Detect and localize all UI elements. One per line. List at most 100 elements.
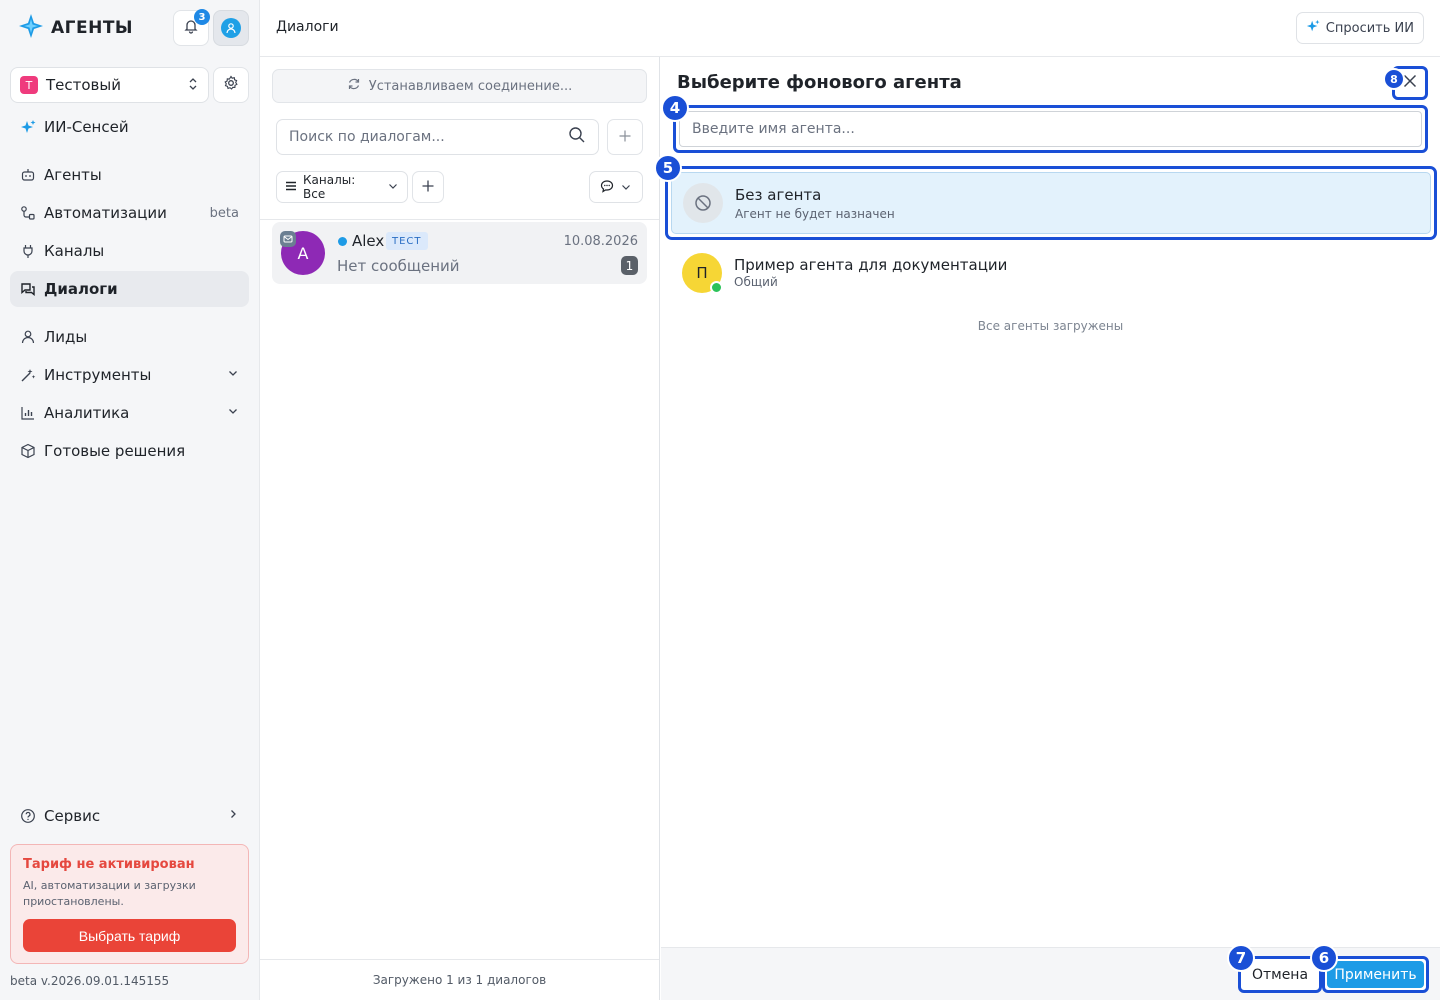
chevron-updown-icon — [187, 76, 199, 95]
sidebar-item-label: Аналитика — [44, 404, 130, 422]
page-title: Диалоги — [276, 19, 339, 35]
sidebar-item-dialogs[interactable]: Диалоги — [10, 271, 249, 307]
dialog-search-input[interactable] — [289, 129, 568, 145]
robot-icon — [20, 167, 36, 183]
ask-ai-label: Спросить ИИ — [1325, 20, 1414, 36]
user-icon — [20, 329, 36, 345]
unread-count-badge: 1 — [621, 256, 638, 275]
new-dialog-button[interactable] — [607, 119, 643, 155]
channels-filter-dropdown[interactable]: Каналы: Все — [276, 171, 408, 203]
step-marker-7: 7 — [1227, 944, 1255, 972]
sidebar: АГЕНТЫ 3 Т Тестовый ИИ-Сенсей Агенты Авт… — [0, 0, 260, 1000]
sidebar-item-analytics[interactable]: Аналитика — [10, 395, 249, 431]
step-marker-8: 8 — [1383, 68, 1405, 90]
workspace-selector[interactable]: Т Тестовый — [10, 67, 209, 103]
dialog-search-box — [276, 119, 599, 155]
tariff-description: AI, автоматизации и загрузки приостановл… — [23, 879, 196, 908]
panel-title: Выберите фонового агента — [677, 72, 962, 93]
step-marker-5: 5 — [654, 154, 682, 182]
sidebar-item-label: ИИ-Сенсей — [44, 118, 129, 136]
sparkle-icon — [1306, 19, 1320, 37]
top-header: Диалоги Спросить ИИ — [260, 0, 1440, 57]
sidebar-item-agents[interactable]: Агенты — [10, 157, 249, 193]
dialog-date: 10.08.2026 — [563, 234, 638, 249]
workspace-settings-button[interactable] — [213, 67, 249, 103]
step-marker-6: 6 — [1310, 944, 1338, 972]
help-icon — [20, 808, 36, 824]
agent-option[interactable]: П Пример агента для документации Общий — [668, 248, 1435, 310]
tariff-title: Тариф не активирован — [23, 857, 195, 872]
dialog-list-item[interactable]: A Alex ТЕСТ 10.08.2026 Нет сообщений 1 — [272, 222, 647, 284]
agent-online-dot — [710, 281, 723, 294]
notification-count-badge: 3 — [194, 9, 210, 25]
plug-icon — [20, 243, 36, 259]
sidebar-item-label: Готовые решения — [44, 442, 186, 460]
sidebar-item-label: Диалоги — [44, 280, 118, 298]
divider — [260, 219, 659, 220]
chevron-down-icon — [227, 367, 239, 383]
sidebar-item-ready-solutions[interactable]: Готовые решения — [10, 433, 249, 469]
message-type-filter[interactable] — [589, 171, 643, 203]
tools-icon — [20, 367, 36, 383]
dialogs-loaded-count: Загружено 1 из 1 диалогов — [260, 959, 659, 1000]
tariff-warning-card: Тариф не активирован AI, автоматизации и… — [10, 844, 249, 964]
all-agents-loaded-text: Все агенты загружены — [977, 319, 1124, 333]
chat-bubble-icon — [600, 178, 614, 197]
ban-icon — [683, 183, 723, 223]
apply-button[interactable]: Применить — [1322, 956, 1429, 993]
search-icon — [568, 126, 586, 148]
agent-search-field — [679, 111, 1422, 147]
chevron-down-icon — [620, 178, 632, 197]
add-filter-button[interactable] — [412, 171, 444, 203]
brand-name: АГЕНТЫ — [51, 18, 134, 38]
dialogs-list-pane: Устанавливаем соединение... Каналы: Все — [260, 57, 660, 1000]
sidebar-item-label: Автоматизации — [44, 204, 167, 222]
no-agent-subtitle: Агент не будет назначен — [735, 207, 895, 221]
contact-name: Alex — [352, 232, 385, 250]
chevron-right-icon — [227, 808, 239, 824]
sidebar-item-label: Лиды — [44, 328, 88, 346]
sidebar-item-automations[interactable]: Автоматизации beta — [10, 195, 249, 231]
workspace-badge: Т — [20, 76, 38, 94]
menu-icon — [285, 180, 297, 195]
agent-search-box — [673, 105, 1428, 153]
user-avatar-button[interactable] — [213, 10, 249, 46]
no-agent-option[interactable]: Без агента Агент не будет назначен — [665, 166, 1437, 240]
app-version: beta v.2026.09.01.145155 — [10, 974, 170, 988]
chevron-down-icon — [227, 405, 239, 421]
gear-icon — [223, 75, 239, 95]
sidebar-item-leads[interactable]: Лиды — [10, 319, 249, 355]
chevron-down-icon — [387, 180, 399, 195]
sidebar-item-channels[interactable]: Каналы — [10, 233, 249, 269]
brand-logo[interactable]: АГЕНТЫ — [18, 14, 133, 42]
agent-subtitle: Общий — [734, 275, 778, 289]
sidebar-item-label: Инструменты — [44, 366, 152, 384]
sidebar-item-label: Сервис — [44, 807, 101, 825]
channels-filter-label: Каналы: Все — [303, 173, 356, 201]
logo-star-icon — [18, 13, 44, 43]
chat-icon — [20, 281, 36, 297]
test-tag-badge: ТЕСТ — [386, 232, 428, 250]
sidebar-item-service[interactable]: Сервис — [10, 798, 249, 834]
sidebar-item-ai-sensei[interactable]: ИИ-Сенсей — [10, 109, 249, 145]
sidebar-item-label: Каналы — [44, 242, 105, 260]
refresh-icon — [347, 77, 361, 95]
box-icon — [20, 443, 36, 459]
step-marker-4: 4 — [661, 94, 689, 122]
choose-tariff-button[interactable]: Выбрать тариф — [23, 919, 236, 952]
user-icon — [221, 18, 241, 38]
no-agent-option-card: Без агента Агент не будет назначен — [671, 172, 1431, 234]
plus-icon — [618, 128, 632, 147]
bar-chart-icon — [20, 405, 36, 421]
ask-ai-button[interactable]: Спросить ИИ — [1295, 12, 1424, 44]
sidebar-item-label: Агенты — [44, 166, 102, 184]
sidebar-item-tools[interactable]: Инструменты — [10, 357, 249, 393]
connection-status: Устанавливаем соединение... — [272, 69, 647, 103]
sparkle-icon — [20, 119, 36, 135]
agent-search-input[interactable] — [692, 121, 1409, 137]
workspace-name: Тестовый — [46, 76, 121, 94]
email-channel-icon — [280, 231, 296, 247]
no-agent-title: Без агента — [735, 186, 822, 204]
app-root: АГЕНТЫ 3 Т Тестовый ИИ-Сенсей Агенты Авт… — [0, 0, 1440, 1000]
dialog-preview: Нет сообщений — [337, 257, 460, 275]
